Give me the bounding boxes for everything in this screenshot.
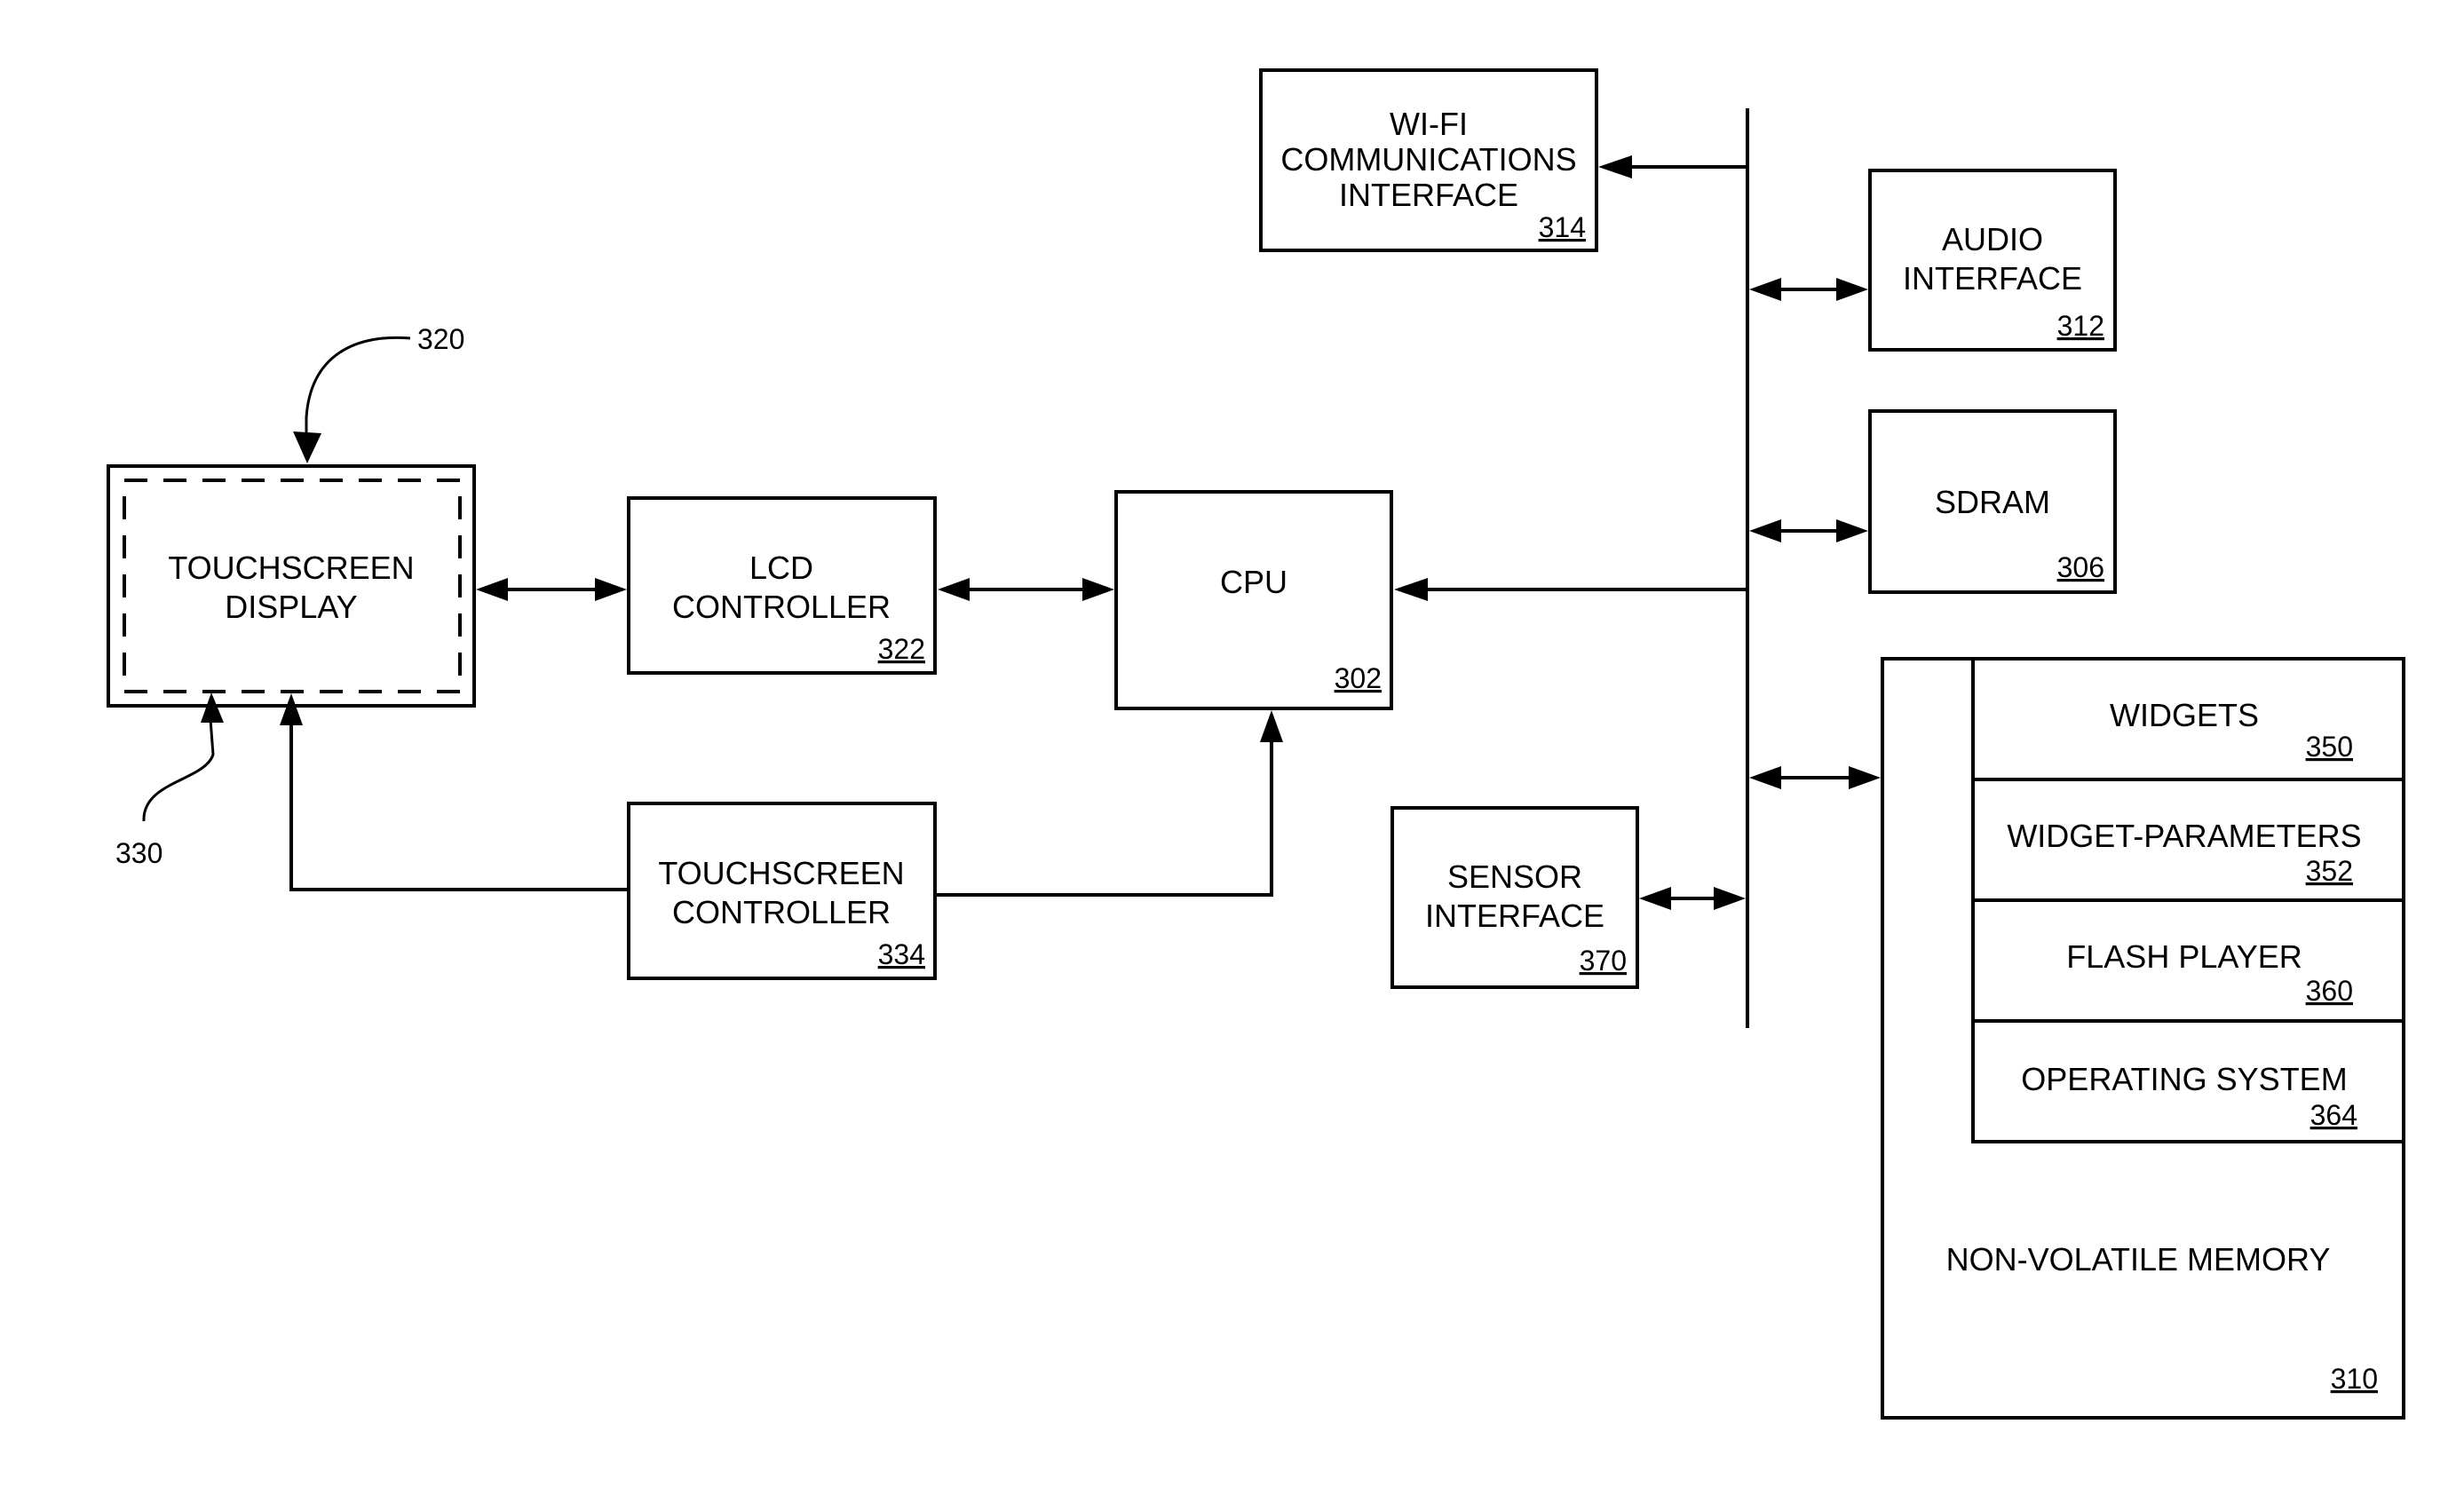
bus-to-wifi-arrow — [1598, 155, 1747, 178]
audio-interface-block: AUDIO INTERFACE 312 — [1868, 169, 2117, 352]
lcd-label-line1: LCD — [749, 550, 813, 586]
bus-sdram-arrow — [1749, 519, 1868, 542]
wifi-interface-block: WI-FI COMMUNICATIONS INTERFACE 314 — [1259, 68, 1598, 252]
bus-audio-arrow — [1749, 278, 1868, 301]
memory-item-widgets-label: WIDGETS — [2110, 697, 2259, 733]
sensor-ref: 370 — [1580, 945, 1627, 977]
touchscreen-controller-block: TOUCHSCREEN CONTROLLER 334 — [627, 802, 937, 980]
non-volatile-memory-block: WIDGETS 350 WIDGET-PARAMETERS 352 FLASH … — [1881, 657, 2405, 1420]
lcd-label-line2: CONTROLLER — [672, 589, 891, 625]
tsctrl-to-cpu-arrow — [935, 710, 1283, 897]
nvm-label: NON-VOLATILE MEMORY — [1946, 1241, 2331, 1278]
sensor-interface-block: SENSOR INTERFACE 370 — [1390, 806, 1639, 989]
wifi-label-line3: INTERFACE — [1339, 177, 1518, 213]
block-diagram: WI-FI COMMUNICATIONS INTERFACE 314 AUDIO… — [107, 68, 2405, 1420]
memory-item-widget-parameters-label: WIDGET-PARAMETERS — [2007, 818, 2361, 854]
memory-item-operating-system-label: OPERATING SYSTEM — [2021, 1061, 2347, 1097]
cpu-block: CPU 302 — [1114, 490, 1393, 710]
tsdisp-lcd-arrow — [476, 578, 627, 601]
sensor-label-line1: SENSOR — [1447, 858, 1582, 895]
bus-to-cpu-arrow — [1394, 578, 1747, 601]
memory-item-widget-parameters-ref: 352 — [2306, 855, 2353, 887]
wifi-ref: 314 — [1539, 211, 1586, 243]
nvm-ref: 310 — [2331, 1363, 2378, 1395]
cpu-ref: 302 — [1335, 662, 1382, 694]
callout-330: 330 — [115, 692, 224, 869]
callout-320: 320 — [293, 323, 464, 463]
tsctrl-ref: 334 — [878, 938, 925, 970]
lcd-cpu-arrow — [938, 578, 1114, 601]
lcd-controller-block: LCD CONTROLLER 322 — [627, 496, 937, 675]
memory-item-flash-player-ref: 360 — [2306, 975, 2353, 1007]
lcd-ref: 322 — [878, 633, 925, 665]
tsdisp-label-line2: DISPLAY — [225, 589, 357, 625]
cpu-label: CPU — [1220, 564, 1287, 600]
memory-item-operating-system-ref: 364 — [2310, 1099, 2357, 1131]
audio-label-line2: INTERFACE — [1903, 260, 2082, 297]
memory-item-flash-player-label: FLASH PLAYER — [2066, 938, 2302, 975]
sdram-block: SDRAM 306 — [1868, 409, 2117, 594]
audio-label-line1: AUDIO — [1942, 221, 2043, 257]
touchscreen-display-block: TOUCHSCREEN DISPLAY — [107, 464, 476, 708]
audio-ref: 312 — [2057, 310, 2104, 342]
tsctrl-to-display-arrow — [280, 693, 629, 891]
wifi-label-line1: WI-FI — [1390, 106, 1468, 142]
tsdisp-label-line1: TOUCHSCREEN — [168, 550, 414, 586]
callout-330-label: 330 — [115, 837, 162, 869]
wifi-label-line2: COMMUNICATIONS — [1280, 141, 1576, 178]
callout-320-label: 320 — [417, 323, 464, 355]
memory-item-widgets-ref: 350 — [2306, 731, 2353, 763]
bus-memory-arrow — [1749, 766, 1881, 789]
sdram-label: SDRAM — [1935, 484, 2050, 520]
sdram-ref: 306 — [2057, 551, 2104, 583]
tsctrl-label-line2: CONTROLLER — [672, 894, 891, 930]
sensor-bus-arrow — [1639, 887, 1746, 910]
sensor-label-line2: INTERFACE — [1425, 898, 1604, 934]
tsctrl-label-line1: TOUCHSCREEN — [658, 855, 904, 891]
